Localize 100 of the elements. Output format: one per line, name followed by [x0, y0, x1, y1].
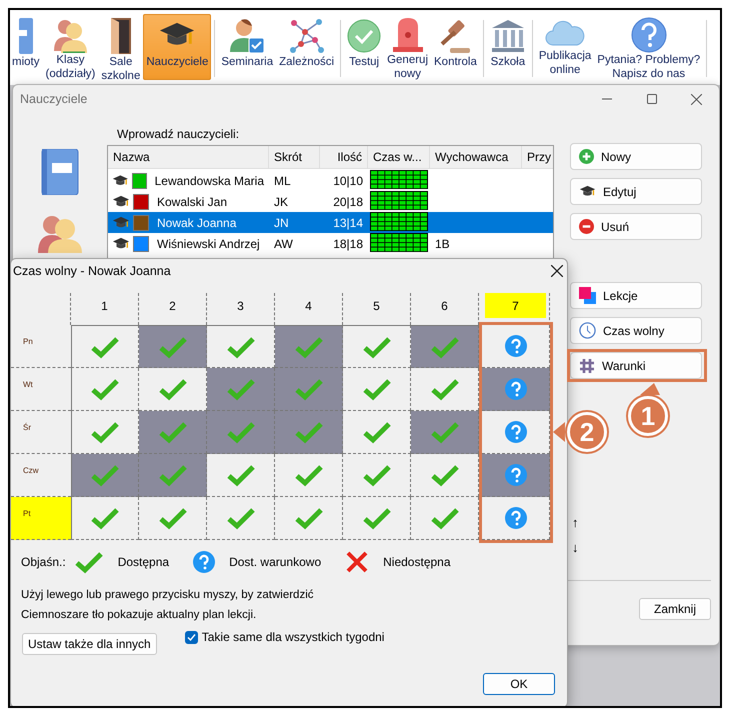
- availability-cell[interactable]: [275, 325, 343, 368]
- checkmark-icon: [294, 463, 324, 487]
- availability-cell[interactable]: [207, 411, 275, 454]
- availability-cell[interactable]: [482, 325, 550, 368]
- minus-icon: [579, 219, 594, 234]
- action-button[interactable]: Lekcje: [570, 282, 702, 309]
- availability-cell[interactable]: [482, 497, 550, 540]
- arrow-button[interactable]: ↓: [572, 540, 702, 555]
- column-header[interactable]: Czas w...: [368, 146, 430, 168]
- availability-cell[interactable]: [343, 454, 411, 497]
- checkmark-icon: [430, 463, 460, 487]
- table-cell-text: 13|14: [332, 216, 364, 230]
- table-cell-text: AW: [273, 237, 294, 251]
- availability-cell[interactable]: [343, 368, 411, 411]
- availability-cell[interactable]: [71, 368, 139, 411]
- checkmark-icon: [430, 377, 460, 401]
- close-icon[interactable]: [551, 265, 563, 277]
- toolbar-button[interactable]: Kontrola: [431, 14, 480, 80]
- availability-cell[interactable]: [275, 411, 343, 454]
- callout-pointer: [640, 383, 660, 395]
- table-row[interactable]: Nowak Joanna JN 13|14: [108, 212, 553, 233]
- toolbar-button[interactable]: Zależności: [276, 14, 338, 80]
- availability-cell[interactable]: [343, 411, 411, 454]
- close-button[interactable]: Zamknij: [639, 598, 711, 620]
- availability-cell[interactable]: [275, 497, 343, 540]
- period-header: 4: [304, 298, 313, 314]
- toolbar-button[interactable]: Szkoła: [486, 14, 529, 80]
- checkmark-icon: [158, 334, 188, 358]
- arrow-button[interactable]: ↑: [572, 515, 702, 530]
- toolbar-button[interactable]: Publikacja online: [536, 14, 594, 80]
- availability-cell[interactable]: [139, 411, 207, 454]
- column-header[interactable]: Wychowawca: [430, 146, 522, 168]
- column-header[interactable]: Ilość: [320, 146, 368, 168]
- availability-cell[interactable]: [343, 497, 411, 540]
- period-header: 1: [100, 298, 109, 314]
- checkmark-icon: [226, 334, 256, 358]
- toolbar-button[interactable]: Nauczyciele: [143, 14, 212, 80]
- toolbar-button[interactable]: mioty: [10, 14, 42, 80]
- list-label: Wprowadź nauczycieli:: [117, 127, 240, 141]
- hint-text: Ciemnoszare tło pokazuje aktualny plan lekcji.: [21, 608, 258, 623]
- action-button[interactable]: Czas wolny: [570, 317, 702, 344]
- availability-cell[interactable]: [71, 497, 139, 540]
- availability-cell[interactable]: [275, 368, 343, 411]
- question-icon: [504, 378, 526, 400]
- checkbox[interactable]: [184, 630, 198, 644]
- action-button[interactable]: Nowy: [570, 143, 702, 170]
- availability-cell[interactable]: [411, 497, 479, 540]
- availability-cell[interactable]: [207, 497, 275, 540]
- availability-cell[interactable]: [71, 454, 139, 497]
- availability-cell[interactable]: [71, 411, 139, 454]
- toolbar-button[interactable]: Pytania? Problemy? Napisz do nas: [594, 14, 704, 80]
- window-title: Nauczyciele: [20, 92, 88, 106]
- toolbar-button[interactable]: Sale szkolne: [98, 14, 144, 80]
- column-header[interactable]: Nazwa: [108, 146, 269, 168]
- cross-icon: [345, 550, 370, 574]
- availability-cell[interactable]: [482, 368, 550, 411]
- period-header: 3: [236, 298, 245, 314]
- toolbar-button[interactable]: Seminaria: [218, 14, 276, 80]
- action-button[interactable]: Usuń: [570, 213, 702, 240]
- table-cell-text: JN: [273, 216, 290, 230]
- availability-cell[interactable]: [207, 454, 275, 497]
- availability-cell[interactable]: [482, 411, 550, 454]
- check-badge-icon: [347, 19, 382, 53]
- close-icon[interactable]: [691, 94, 702, 104]
- toolbar-button[interactable]: Testuj: [344, 14, 384, 80]
- checkmark-icon: [158, 420, 188, 444]
- availability-cell[interactable]: [411, 325, 479, 368]
- action-button[interactable]: Edytuj: [570, 178, 702, 205]
- table-cell-text: 10|10: [332, 174, 364, 188]
- ok-button[interactable]: OK: [483, 673, 555, 695]
- checkmark-icon: [90, 334, 120, 358]
- checkmark-icon: [294, 334, 324, 358]
- toolbar-button[interactable]: Generuj nowy: [384, 14, 432, 80]
- question-icon: [504, 335, 526, 357]
- availability-cell[interactable]: [71, 325, 139, 368]
- legend-text: Dostępna: [118, 555, 170, 569]
- availability-cell[interactable]: [411, 454, 479, 497]
- availability-cell[interactable]: [139, 497, 207, 540]
- availability-cell[interactable]: [275, 454, 343, 497]
- column-header[interactable]: Skrót: [269, 146, 320, 168]
- availability-cell[interactable]: [139, 454, 207, 497]
- availability-cell[interactable]: [207, 368, 275, 411]
- availability-cell[interactable]: [482, 454, 550, 497]
- bank-icon: [490, 18, 526, 54]
- availability-cell[interactable]: [343, 325, 411, 368]
- checkmark-icon: [226, 506, 256, 530]
- plus-icon: [579, 149, 594, 164]
- availability-cell[interactable]: [411, 411, 479, 454]
- availability-cell[interactable]: [139, 325, 207, 368]
- availability-cell[interactable]: [139, 368, 207, 411]
- legend-text: Niedostępna: [383, 555, 451, 569]
- period-header: 6: [440, 298, 449, 314]
- action-button[interactable]: Warunki: [570, 352, 702, 379]
- toolbar-button[interactable]: Klasy (oddziały): [42, 14, 98, 80]
- availability-cell[interactable]: [411, 368, 479, 411]
- maximize-icon[interactable]: [646, 94, 656, 104]
- apply-to-others-button[interactable]: Ustaw także dla innych: [22, 633, 157, 655]
- availability-cell[interactable]: [207, 325, 275, 368]
- document-icon: [18, 18, 33, 54]
- column-header[interactable]: Przy: [522, 146, 553, 168]
